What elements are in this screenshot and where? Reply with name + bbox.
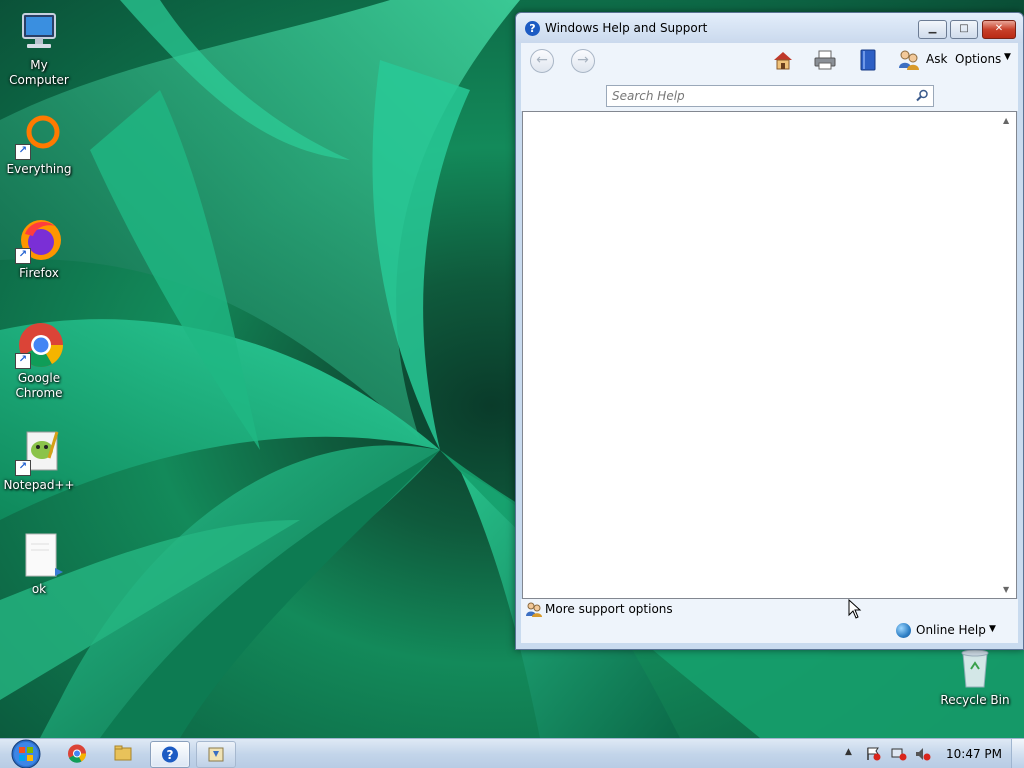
everything-icon: ↗ [15, 112, 63, 160]
print-icon[interactable] [813, 48, 837, 72]
window-title: Windows Help and Support [545, 21, 708, 35]
scroll-down-icon[interactable]: ▼ [1003, 585, 1009, 594]
browse-help-icon[interactable] [856, 48, 880, 72]
back-button[interactable]: ← [530, 49, 554, 73]
chrome-icon [68, 744, 87, 763]
help-content-pane[interactable]: ▲ ▼ [522, 111, 1017, 599]
window-titlebar[interactable]: ? Windows Help and Support ▁ □ ✕ [516, 13, 1023, 43]
notepadpp-icon: ↗ [15, 428, 63, 476]
computer-icon [15, 8, 63, 56]
chevron-down-icon[interactable]: ▼ [1004, 52, 1011, 62]
taskbar-chrome-button[interactable] [58, 741, 96, 766]
maximize-button[interactable]: □ [950, 20, 978, 39]
desktop-icon-my-computer[interactable]: My Computer [0, 8, 78, 88]
chevron-down-icon[interactable]: ▼ [989, 624, 996, 634]
support-people-icon [526, 602, 542, 617]
desktop-icon-recycle-bin[interactable]: Recycle Bin [936, 643, 1014, 708]
taskbar-help-button[interactable]: ? [150, 741, 190, 768]
home-icon[interactable] [771, 48, 795, 72]
search-input[interactable] [612, 88, 912, 104]
clock[interactable]: 10:47 PM [946, 747, 1002, 761]
action-center-icon[interactable] [866, 747, 882, 761]
start-button[interactable] [6, 739, 46, 768]
forward-button[interactable]: → [571, 49, 595, 73]
search-row [521, 85, 1018, 111]
close-button[interactable]: ✕ [982, 20, 1016, 39]
help-window[interactable]: ? Windows Help and Support ▁ □ ✕ ← → Ask… [515, 12, 1024, 650]
help-toolbar: ← → Ask Options ▼ [521, 43, 1018, 85]
globe-icon [896, 623, 911, 638]
desktop-icon-label: Recycle Bin [940, 693, 1010, 707]
online-help-menu[interactable]: Online Help [916, 623, 986, 637]
volume-icon[interactable] [915, 747, 931, 761]
help-icon: ? [525, 21, 540, 36]
desktop[interactable]: My Computer ↗ Everything ↗ Firefox ↗ Goo… [0, 0, 1024, 738]
scroll-up-icon[interactable]: ▲ [1003, 116, 1009, 125]
folder-icon [114, 745, 132, 761]
help-icon: ? [162, 746, 178, 763]
help-status-bar: More support options Online Help ▼ [521, 599, 1018, 643]
chrome-icon: ↗ [15, 321, 63, 369]
desktop-icon-label: My Computer [9, 58, 69, 87]
desktop-icon-notepadpp[interactable]: ↗ Notepad++ [0, 428, 78, 493]
vertical-scrollbar[interactable]: ▲ ▼ [999, 112, 1016, 598]
shortcut-arrow-icon: ↗ [15, 144, 31, 160]
desktop-icon-firefox[interactable]: ↗ Firefox [0, 216, 78, 281]
tray-expand-icon[interactable]: ▲ [845, 747, 861, 761]
desktop-icon-ok[interactable]: ok [0, 532, 78, 597]
desktop-icon-label: Everything [6, 162, 72, 176]
shortcut-arrow-icon: ↗ [15, 248, 31, 264]
app-icon [208, 747, 224, 762]
ask-icon[interactable] [897, 48, 921, 72]
network-icon[interactable] [891, 747, 907, 761]
desktop-icon-label: Notepad++ [3, 478, 75, 492]
desktop-icon-google-chrome[interactable]: ↗ Google Chrome [0, 321, 78, 401]
ask-label[interactable]: Ask [926, 52, 947, 66]
document-icon [15, 532, 63, 580]
desktop-icon-everything[interactable]: ↗ Everything [0, 112, 78, 177]
desktop-icon-label: Firefox [19, 266, 59, 280]
more-support-options-link[interactable]: More support options [545, 602, 673, 616]
minimize-button[interactable]: ▁ [918, 20, 947, 39]
taskbar-explorer-button[interactable] [104, 741, 142, 766]
search-icon[interactable] [916, 89, 929, 102]
shortcut-arrow-icon: ↗ [15, 353, 31, 369]
search-box[interactable] [606, 85, 934, 107]
desktop-icon-label: Google Chrome [15, 371, 63, 400]
options-menu[interactable]: Options [955, 52, 1001, 66]
desktop-icon-label: ok [31, 582, 47, 596]
taskbar-app-button[interactable] [196, 741, 236, 768]
recycle-bin-icon [951, 643, 999, 691]
taskbar: ? ▲ 10:47 PM [0, 738, 1024, 768]
show-desktop-button[interactable] [1011, 739, 1024, 768]
shortcut-arrow-icon: ↗ [15, 460, 31, 476]
svg-text:?: ? [167, 748, 174, 762]
mouse-cursor-icon [848, 599, 862, 619]
firefox-icon: ↗ [15, 216, 63, 264]
